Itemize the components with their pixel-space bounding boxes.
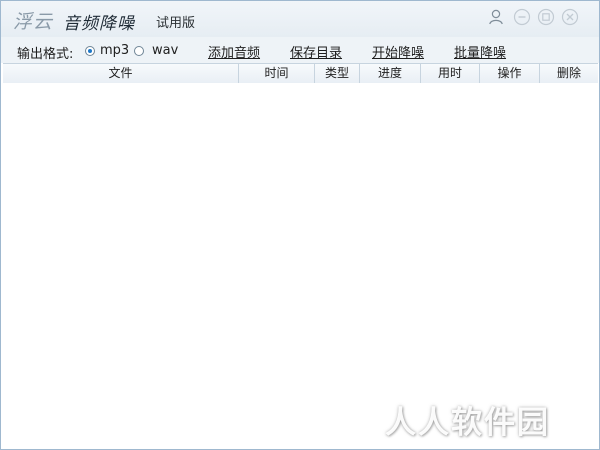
save-directory-link[interactable]: 保存目录 (290, 42, 342, 61)
column-header-action[interactable]: 操作 (480, 64, 540, 83)
radio-mp3[interactable] (85, 46, 95, 56)
toolbar: 输出格式: mp3 wav 添加音频 保存目录 开始降噪 批量降噪 (1, 37, 599, 63)
column-header-progress[interactable]: 进度 (360, 64, 421, 83)
column-header-time[interactable]: 时间 (239, 64, 315, 83)
add-audio-link[interactable]: 添加音频 (208, 42, 260, 61)
close-icon[interactable] (561, 8, 579, 26)
user-icon[interactable] (487, 8, 505, 26)
brand-name-part1: 浮云 (13, 11, 54, 33)
radio-wav[interactable] (134, 46, 144, 56)
output-format-label: 输出格式: (17, 47, 74, 62)
title-bar: 浮云 音频降噪 试用版 (1, 1, 599, 37)
file-list[interactable] (3, 83, 598, 449)
column-header-duration[interactable]: 用时 (421, 64, 480, 83)
batch-denoise-link[interactable]: 批量降噪 (454, 42, 506, 61)
column-header-type[interactable]: 类型 (315, 64, 360, 83)
brand-name-part2: 音频降噪 (63, 14, 135, 34)
radio-label-mp3[interactable]: mp3 (100, 43, 129, 58)
app-window: 浮云 音频降噪 试用版 输出格式: mp3 wav 添加音频 保存目录 开始降噪… (0, 0, 600, 450)
column-header-delete[interactable]: 删除 (540, 64, 598, 83)
watermark: 人人软件园 (385, 405, 550, 441)
minimize-icon[interactable] (513, 8, 531, 26)
start-denoise-link[interactable]: 开始降噪 (372, 42, 424, 61)
table-header: 文件 时间 类型 进度 用时 操作 删除 (3, 63, 598, 84)
restore-icon[interactable] (537, 8, 555, 26)
column-header-file[interactable]: 文件 (3, 64, 239, 83)
radio-label-wav[interactable]: wav (152, 43, 178, 58)
edition-label: 试用版 (156, 16, 196, 31)
radio-selected-dot (88, 49, 92, 53)
